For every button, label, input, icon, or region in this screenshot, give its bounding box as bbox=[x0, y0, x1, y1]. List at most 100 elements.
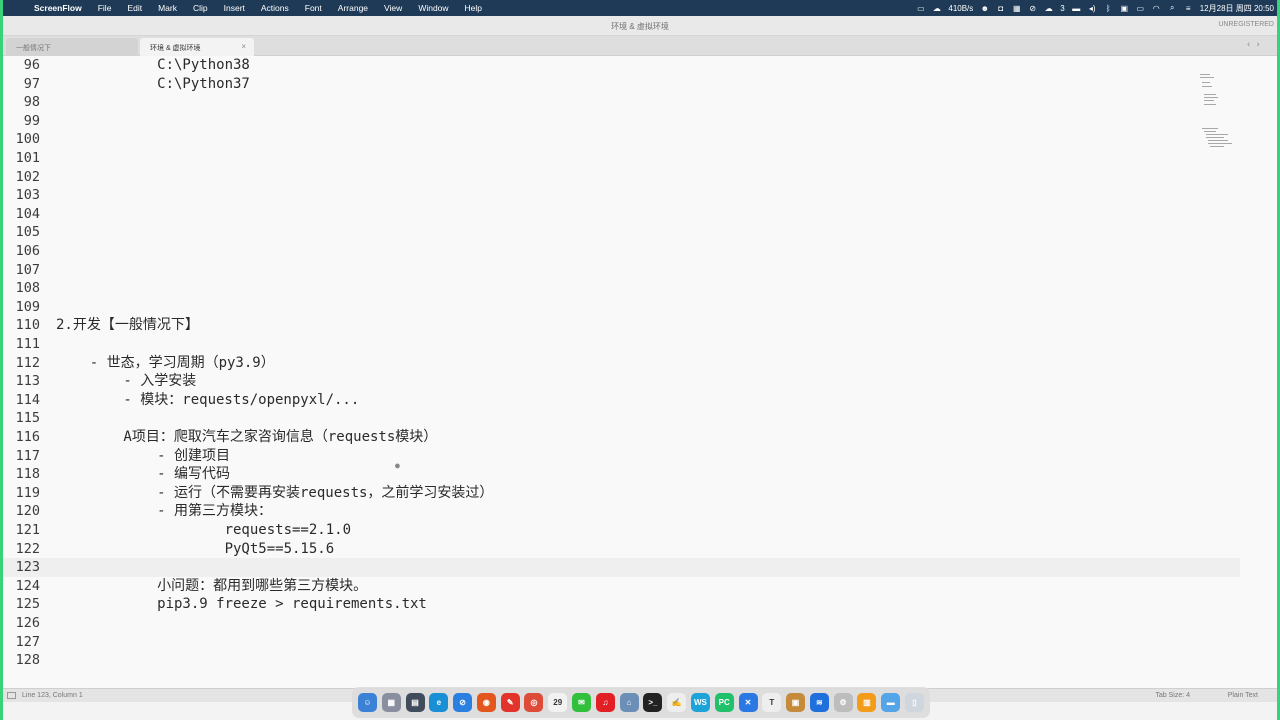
dock-mission-control-icon[interactable]: ▤ bbox=[405, 693, 425, 712]
code-line[interactable]: 116 A项目：爬取汽车之家咨询信息（requests模块） bbox=[0, 428, 1240, 447]
code-line[interactable]: 99 bbox=[0, 112, 1240, 131]
cursor-position[interactable]: Line 123, Column 1 bbox=[22, 692, 83, 699]
dock-screenflow-icon[interactable]: ≋ bbox=[809, 693, 829, 712]
dock-netease-music-icon[interactable]: ♫ bbox=[595, 693, 615, 712]
tab-scroll-arrows[interactable]: ‹› bbox=[1247, 40, 1266, 50]
code-line[interactable]: 124 小问题：都用到哪些第三方模块。 bbox=[0, 577, 1240, 596]
menu-actions[interactable]: Actions bbox=[253, 3, 297, 13]
code-line[interactable]: 113 - 入学安装 bbox=[0, 372, 1240, 391]
menu-view[interactable]: View bbox=[376, 3, 410, 13]
tab-label: 一般情况下 bbox=[16, 45, 51, 52]
code-line[interactable]: 107 bbox=[0, 261, 1240, 280]
grid-icon[interactable]: ▦ bbox=[1012, 4, 1021, 13]
title-bar[interactable]: 环境 & 虚拟环境 UNREGISTERED bbox=[0, 16, 1280, 36]
code-line[interactable]: 109 bbox=[0, 298, 1240, 317]
code-line[interactable]: 96 C:\Python38 bbox=[0, 56, 1240, 75]
code-line[interactable]: 118 - 编写代码 bbox=[0, 465, 1240, 484]
code-line[interactable]: 98 bbox=[0, 93, 1240, 112]
menu-screenflow[interactable]: ScreenFlow bbox=[26, 3, 90, 13]
control-center-icon[interactable]: ≡ bbox=[1184, 4, 1193, 13]
dock-chrome-icon[interactable]: ◎ bbox=[524, 693, 544, 712]
code-line[interactable]: 120 - 用第三方模块： bbox=[0, 502, 1240, 521]
code-line[interactable]: 106 bbox=[0, 242, 1240, 261]
tab-inactive[interactable]: 一般情况下 bbox=[6, 38, 138, 56]
code-line[interactable]: 119 - 运行（不需要再安装requests，之前学习安装过） bbox=[0, 484, 1240, 503]
code-line[interactable]: 101 bbox=[0, 149, 1240, 168]
menu-help[interactable]: Help bbox=[457, 3, 490, 13]
menu-edit[interactable]: Edit bbox=[119, 3, 150, 13]
code-line[interactable]: 121 requests==2.1.0 bbox=[0, 521, 1240, 540]
code-line[interactable]: 104 bbox=[0, 205, 1240, 224]
syntax-selector[interactable]: Plain Text bbox=[1228, 692, 1258, 699]
dock-pycharm-icon[interactable]: PC bbox=[714, 693, 734, 712]
tab-active[interactable]: 环境 & 虚拟环境 × bbox=[140, 38, 254, 56]
tab-size-selector[interactable]: Tab Size: 4 bbox=[1155, 692, 1190, 699]
dock-safari-icon[interactable]: ⊘ bbox=[453, 693, 473, 712]
display-icon[interactable]: ▬ bbox=[1072, 4, 1081, 13]
menu-arrange[interactable]: Arrange bbox=[330, 3, 376, 13]
code-line[interactable]: 108 bbox=[0, 279, 1240, 298]
menu-insert[interactable]: Insert bbox=[216, 3, 253, 13]
dock-folder-icon[interactable]: ▬ bbox=[881, 693, 901, 712]
code-line[interactable]: 102 bbox=[0, 168, 1240, 187]
dock-preview-icon[interactable]: ⌂ bbox=[619, 693, 639, 712]
code-line[interactable]: 127 bbox=[0, 633, 1240, 652]
code-line[interactable]: 103 bbox=[0, 186, 1240, 205]
dock-typora-icon[interactable]: T bbox=[762, 693, 782, 712]
dock-launchpad-icon[interactable]: ▦ bbox=[381, 693, 401, 712]
face-icon[interactable]: ☻ bbox=[980, 4, 989, 13]
menu-window[interactable]: Window bbox=[410, 3, 456, 13]
line-number: 109 bbox=[15, 298, 40, 315]
dock-utility-icon[interactable]: ⚙ bbox=[833, 693, 853, 712]
code-line[interactable]: 112 - 世态，学习周期（py3.9） bbox=[0, 354, 1240, 373]
wechat-status-icon[interactable]: ☁ bbox=[1044, 4, 1053, 13]
line-text: - 用第三方模块： bbox=[56, 503, 273, 520]
wifi-icon[interactable]: ◠ bbox=[1152, 4, 1161, 13]
cloud-icon[interactable]: ☁ bbox=[932, 4, 941, 13]
line-text: requests==2.1.0 bbox=[56, 522, 352, 538]
bluetooth-icon[interactable]: ᛒ bbox=[1104, 4, 1113, 13]
code-line[interactable]: 97 C:\Python37 bbox=[0, 75, 1240, 94]
code-line[interactable]: 115 bbox=[0, 409, 1240, 428]
clipboard-icon[interactable]: ▣ bbox=[1120, 4, 1129, 13]
menu-file[interactable]: File bbox=[90, 3, 120, 13]
dock-textedit-icon[interactable]: ✍ bbox=[667, 693, 687, 712]
dock-terminal-icon[interactable]: >_ bbox=[643, 693, 663, 712]
dock-archive-icon[interactable]: ▣ bbox=[786, 693, 806, 712]
menu-mark[interactable]: Mark bbox=[150, 3, 185, 13]
code-line[interactable]: 111 bbox=[0, 335, 1240, 354]
dock-app-red-icon[interactable]: ✎ bbox=[500, 693, 520, 712]
code-line[interactable]: 100 bbox=[0, 130, 1240, 149]
menu-font[interactable]: Font bbox=[297, 3, 330, 13]
code-line[interactable]: 117 - 创建项目 bbox=[0, 447, 1240, 466]
code-line[interactable]: 114 - 模块：requests/openpyxl/... bbox=[0, 391, 1240, 410]
search-icon[interactable]: ⌕ bbox=[1168, 3, 1177, 13]
dock-webstorm-icon[interactable]: WS bbox=[690, 693, 710, 712]
volume-icon[interactable]: ◂) bbox=[1088, 4, 1097, 13]
battery-icon[interactable]: ▭ bbox=[1136, 4, 1145, 13]
datetime[interactable]: 12月28日 周四 20:50 bbox=[1200, 3, 1274, 14]
code-editor[interactable]: ● 96 C:\Python38 97 C:\Python37 98 99 100 101… bbox=[0, 56, 1280, 678]
dock-xcode-icon[interactable]: ✕ bbox=[738, 693, 758, 712]
code-line[interactable]: 110 2.开发【一般情况下】 bbox=[0, 316, 1240, 335]
camera-icon[interactable]: ◘ bbox=[996, 4, 1005, 13]
code-line[interactable]: 122 PyQt5==5.15.6 bbox=[0, 540, 1240, 559]
dock-documents-icon[interactable]: ▥ bbox=[857, 693, 877, 712]
code-line[interactable]: 123 bbox=[0, 558, 1240, 577]
code-line[interactable]: 126 bbox=[0, 614, 1240, 633]
dock-finder-icon[interactable]: ☺ bbox=[358, 693, 377, 712]
panel-toggle-icon[interactable] bbox=[7, 692, 16, 699]
menu-clip[interactable]: Clip bbox=[185, 3, 216, 13]
dock-wechat-icon[interactable]: ✉ bbox=[572, 693, 592, 712]
code-line[interactable]: 125 pip3.9 freeze > requirements.txt bbox=[0, 595, 1240, 614]
dock-firefox-icon[interactable]: ◉ bbox=[476, 693, 496, 712]
code-line[interactable]: 105 bbox=[0, 223, 1240, 242]
dock-edge-icon[interactable]: e bbox=[429, 693, 449, 712]
dock-trash-icon[interactable]: ▯ bbox=[904, 693, 924, 712]
screen-record-icon[interactable]: ▭ bbox=[916, 4, 925, 13]
tab-close-icon[interactable]: × bbox=[241, 42, 246, 51]
minimap[interactable] bbox=[1198, 72, 1232, 162]
stop-icon[interactable]: ⊘ bbox=[1028, 4, 1037, 13]
dock-calendar-icon[interactable]: 29 bbox=[548, 693, 568, 712]
code-line[interactable]: 128 bbox=[0, 651, 1240, 670]
